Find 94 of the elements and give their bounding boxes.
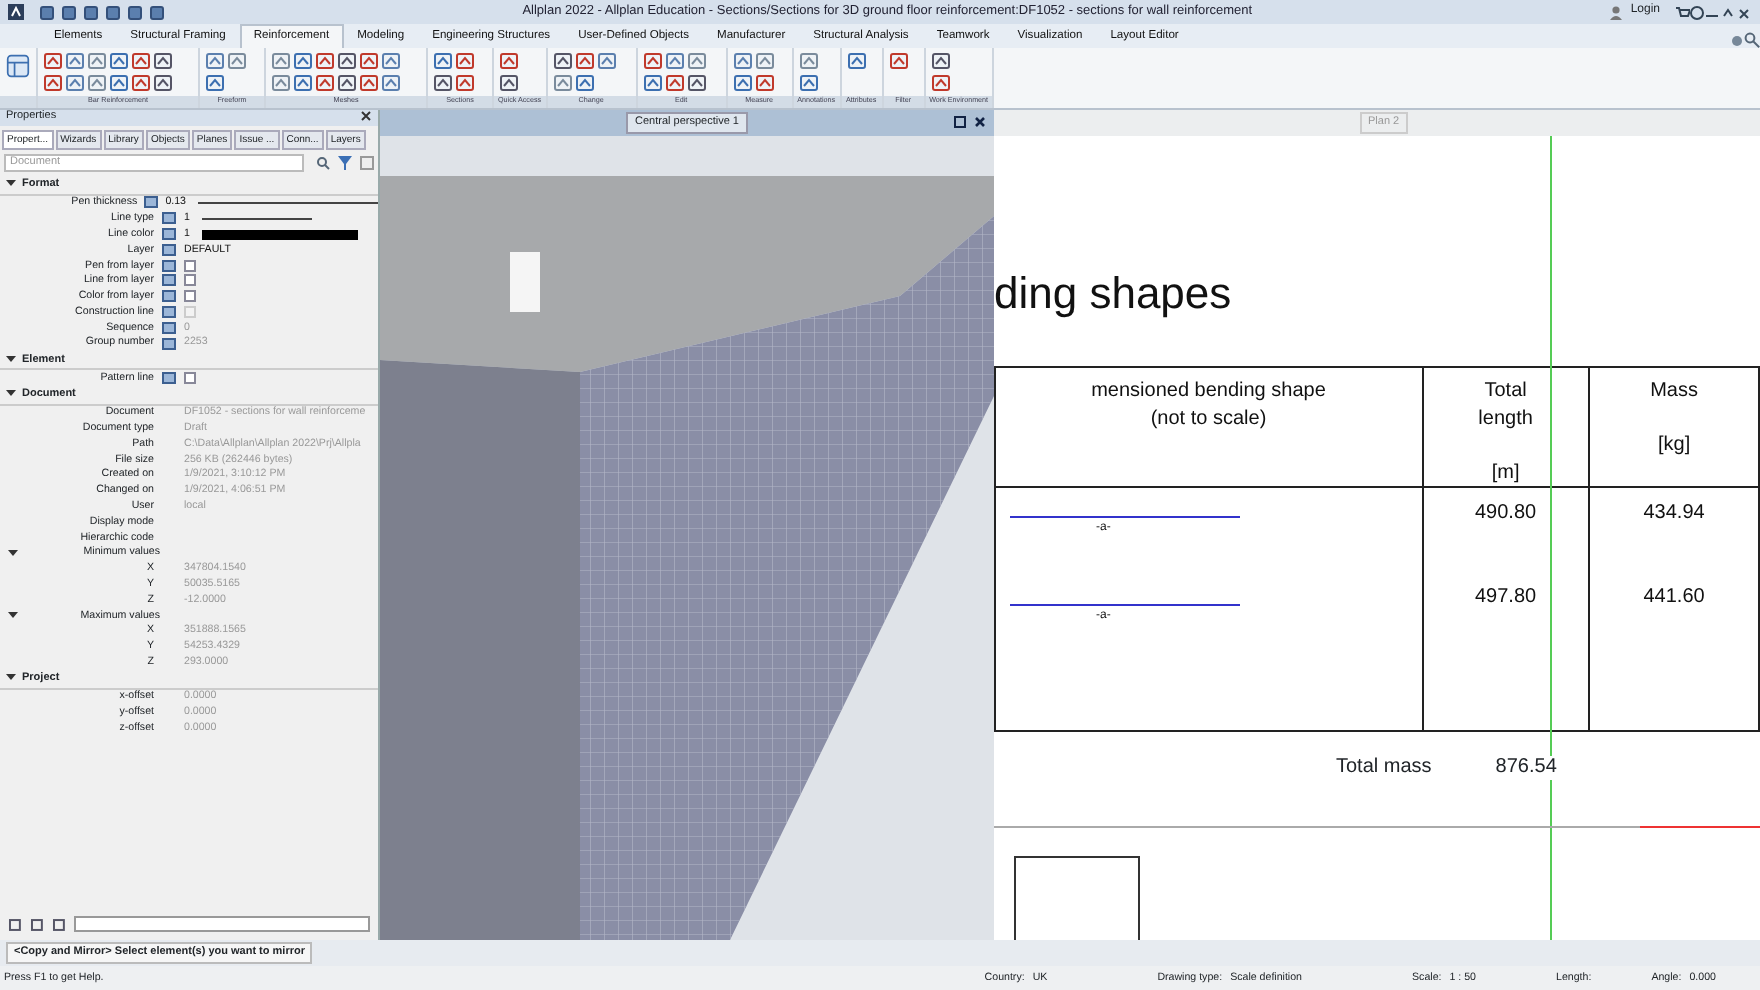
toolbar-icon[interactable] [382, 74, 400, 92]
toolbar-icon[interactable] [110, 52, 128, 70]
pipette-icon[interactable] [8, 917, 22, 931]
close-icon[interactable] [974, 116, 986, 128]
app-logo-icon [8, 4, 24, 20]
toolbar-icon[interactable] [382, 52, 400, 70]
toolbar-icon[interactable] [66, 52, 84, 70]
close-icon[interactable] [360, 110, 372, 122]
toolbar-icon[interactable] [44, 52, 62, 70]
column-header: mensioned bending shape (not to scale) [1089, 378, 1328, 432]
close-icon[interactable] [1736, 5, 1752, 19]
toolbar-icon[interactable] [434, 52, 452, 70]
toolbar-icon[interactable] [272, 74, 290, 92]
total-label: Total mass [1336, 756, 1432, 780]
toolbar-icon[interactable] [597, 52, 616, 70]
restore-icon[interactable] [1720, 5, 1736, 19]
caret-icon[interactable] [6, 178, 16, 188]
checkbox[interactable] [184, 259, 196, 272]
sheet-title: ding shapes [994, 272, 1234, 316]
toolbar-icon[interactable] [360, 52, 378, 70]
toolbar-icon[interactable] [733, 74, 752, 92]
toolbar-icon[interactable] [799, 52, 818, 70]
toolbar-icon[interactable] [847, 52, 866, 70]
toolbar-icon[interactable] [889, 52, 908, 70]
caret-icon[interactable] [6, 353, 16, 364]
checkbox[interactable] [184, 274, 196, 287]
length-value: 490.80 [1473, 502, 1539, 526]
toolbar-icon[interactable] [154, 74, 172, 92]
checkbox[interactable] [184, 290, 196, 303]
property-icon [162, 372, 176, 385]
toolbar-icon[interactable] [643, 52, 662, 70]
toolbar-icon[interactable] [338, 52, 356, 70]
toolbar-icon[interactable] [799, 74, 818, 92]
toolbar-icon[interactable] [733, 52, 752, 70]
toolbar-icon[interactable] [110, 74, 128, 92]
toolbar-icon[interactable] [665, 52, 684, 70]
toolbar-icon[interactable] [500, 74, 518, 92]
toolbar-icon[interactable] [206, 52, 224, 70]
toolbar-icon[interactable] [132, 52, 150, 70]
search-icon[interactable] [1744, 32, 1760, 48]
format-dropdown[interactable] [73, 916, 371, 932]
layout-grid-icon[interactable] [6, 52, 30, 80]
toolbar-icon[interactable] [687, 74, 706, 92]
toolbar-icon[interactable] [931, 52, 950, 70]
user-icon [1610, 5, 1623, 19]
mass-value: 434.94 [1641, 502, 1707, 526]
toolbar-icon[interactable] [643, 74, 662, 92]
column-header: Total length [m] [1476, 378, 1535, 486]
toolbar-icon[interactable] [500, 52, 518, 70]
toolbar-icon[interactable] [88, 74, 106, 92]
maximize-icon[interactable] [954, 116, 966, 128]
toolbar-icon[interactable] [338, 74, 356, 92]
toolbar-icon[interactable] [931, 74, 950, 92]
checkbox[interactable] [184, 372, 196, 385]
toolbar-icon[interactable] [294, 52, 312, 70]
toolbar-icon[interactable] [360, 74, 378, 92]
copy-icon[interactable] [29, 917, 44, 931]
caret-icon[interactable] [8, 548, 18, 559]
length-value: 497.80 [1473, 586, 1539, 610]
toolbar-icon[interactable] [456, 74, 474, 92]
toolbar-icon[interactable] [553, 52, 572, 70]
toolbar-icon[interactable] [575, 52, 594, 70]
line-sample [201, 217, 312, 220]
paste-icon[interactable] [51, 917, 66, 931]
toolbar-icon[interactable] [132, 74, 150, 92]
toolbar-icon[interactable] [294, 74, 312, 92]
toolbar-icon[interactable] [755, 74, 774, 92]
cart-icon[interactable] [1676, 5, 1690, 19]
toolbar-icon[interactable] [687, 52, 706, 70]
toolbar-icon[interactable] [456, 52, 474, 70]
toolbar-icon[interactable] [154, 52, 172, 70]
toolbar-icon[interactable] [665, 74, 684, 92]
toolbar-icon[interactable] [553, 74, 572, 92]
toolbar-icon[interactable] [272, 52, 290, 70]
mass-value: 441.60 [1641, 586, 1707, 610]
toolbar-icon[interactable] [434, 74, 452, 92]
toolbar-icon[interactable] [88, 52, 106, 70]
help-icon[interactable] [1690, 5, 1704, 19]
checkbox-icon[interactable] [360, 156, 374, 170]
caret-icon[interactable] [6, 387, 16, 398]
toolbar-icon[interactable] [755, 52, 774, 70]
toolbar-icon[interactable] [206, 74, 224, 92]
toolbar-icon[interactable] [316, 52, 334, 70]
search-icon[interactable] [316, 156, 330, 170]
toolbar-icon[interactable] [228, 52, 246, 70]
caret-icon[interactable] [6, 672, 16, 683]
toolbar-icon[interactable] [66, 74, 84, 92]
caret-icon[interactable] [8, 610, 18, 621]
toolbar-icon[interactable] [575, 74, 594, 92]
filter-icon[interactable] [338, 156, 352, 170]
toolbar-icon[interactable] [316, 74, 334, 92]
toolbar-icon[interactable] [44, 74, 62, 92]
column-header: Mass [kg] [1648, 378, 1700, 459]
total-value: 876.54 [1495, 756, 1557, 780]
